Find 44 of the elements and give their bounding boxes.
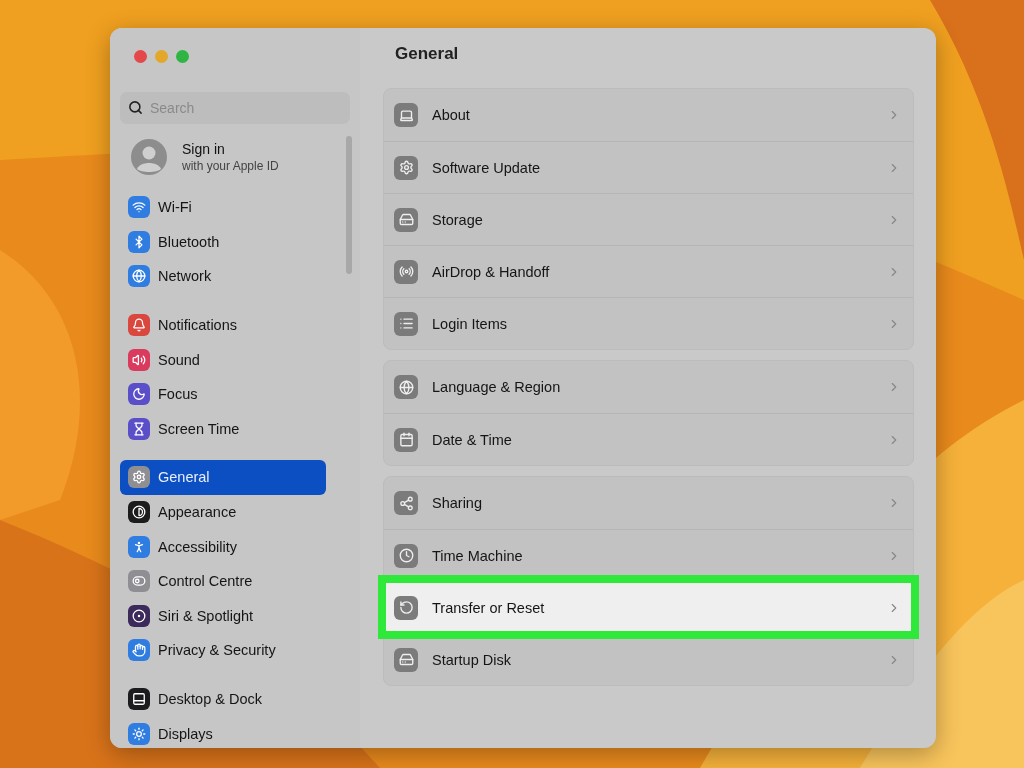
minimize-button[interactable]	[155, 50, 168, 63]
sidebar-item[interactable]: Bluetooth	[120, 224, 326, 260]
sidebar-item[interactable]: Wi-Fi	[120, 190, 326, 225]
list-icon	[394, 311, 418, 336]
settings-row[interactable]: Language & Region	[384, 361, 913, 413]
account-title[interactable]: Sign in	[182, 141, 279, 157]
sidebar-item[interactable]: Notifications	[120, 307, 326, 343]
globe-icon	[394, 375, 418, 399]
drive-icon	[394, 207, 418, 232]
sidebar-item[interactable]: Sound	[120, 342, 326, 377]
drive-icon	[394, 647, 418, 672]
sidebar-item[interactable]: Siri & Spotlight	[120, 598, 326, 634]
reset-icon	[394, 595, 418, 620]
laptop-icon	[394, 103, 418, 127]
settings-row[interactable]: Sharing	[384, 477, 913, 529]
settings-row[interactable]: AirDrop & Handoff	[384, 245, 913, 297]
clock-icon	[394, 543, 418, 568]
gear-icon	[394, 155, 418, 180]
signal-icon	[394, 259, 418, 284]
settings-row[interactable]: Login Items	[384, 297, 913, 349]
sidebar-item[interactable]: Control Centre	[120, 563, 326, 599]
window-title: General	[394, 44, 460, 65]
sidebar-item[interactable]: Desktop & Dock	[120, 681, 326, 717]
sidebar-item[interactable]: Screen Time	[120, 411, 326, 447]
sidebar-item[interactable]: Appearance	[120, 494, 326, 530]
share-icon	[394, 491, 418, 515]
account-subtitle: with your Apple ID	[182, 159, 279, 173]
search-icon	[128, 100, 143, 115]
sidebar-item[interactable]: Focus	[120, 376, 326, 412]
sidebar-item[interactable]: Privacy & Security	[120, 633, 326, 668]
settings-row[interactable]: About	[384, 89, 913, 141]
sidebar-item[interactable]: Accessibility	[120, 529, 326, 564]
scrollbar[interactable]	[346, 136, 352, 274]
close-button[interactable]	[134, 50, 147, 63]
sidebar-item[interactable]: Displays	[120, 716, 326, 748]
zoom-button[interactable]	[176, 50, 189, 63]
avatar-icon	[130, 138, 168, 176]
settings-row[interactable]: Date & Time	[384, 413, 913, 465]
settings-row[interactable]: Startup Disk	[384, 633, 913, 685]
sidebar-item[interactable]: General	[120, 460, 326, 495]
calendar-icon	[394, 427, 418, 452]
settings-row[interactable]: Storage	[384, 193, 913, 245]
settings-row[interactable]: Software Update	[384, 141, 913, 193]
sidebar-item[interactable]: Network	[120, 259, 326, 294]
